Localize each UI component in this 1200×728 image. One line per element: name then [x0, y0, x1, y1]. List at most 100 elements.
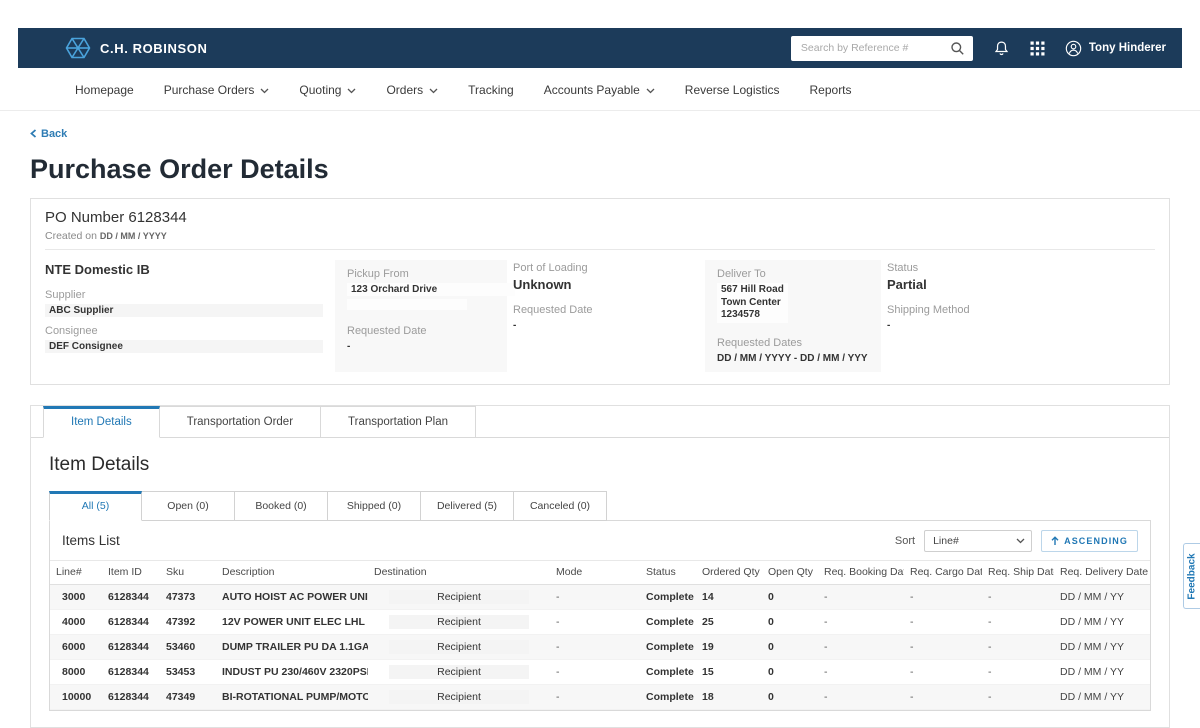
cell-mode: - — [550, 659, 640, 684]
detail-tabs-card: Item Details Transportation Order Transp… — [30, 405, 1170, 728]
page-content: Back Purchase Order Details PO Number 61… — [0, 111, 1200, 728]
apps-grid-icon — [1030, 41, 1045, 56]
cell-sku: 53460 — [160, 634, 216, 659]
nav-item[interactable]: Purchase Orders — [164, 83, 270, 97]
tab-bar: Item Details Transportation Order Transp… — [31, 406, 1169, 438]
sort-direction-label: ASCENDING — [1064, 536, 1128, 546]
tab-body: Item Details All (5) Open (0) Booked (0) — [31, 438, 1169, 715]
back-label: Back — [41, 128, 67, 140]
cell-open-qty: 0 — [762, 659, 818, 684]
destination-value: Recipient — [389, 590, 529, 604]
cell-req-booking-date: - — [818, 659, 904, 684]
status-filter-tab[interactable]: Open (0) — [142, 491, 235, 521]
sort-select[interactable]: Line# — [924, 530, 1032, 552]
nav-item[interactable]: Quoting — [299, 83, 356, 97]
cell-ordered-qty: 19 — [696, 634, 762, 659]
created-on: Created on DD / MM / YYYY — [45, 230, 1155, 242]
destination-value: Recipient — [389, 665, 529, 679]
cell-destination: Recipient — [368, 659, 550, 684]
notifications-button[interactable] — [993, 40, 1010, 57]
status-filter-tab[interactable]: Canceled (0) — [514, 491, 607, 521]
tab[interactable]: Transportation Order — [160, 406, 321, 437]
brand-name: C.H. ROBINSON — [100, 41, 207, 56]
nav-item-label: Reports — [810, 83, 852, 97]
feedback-button[interactable]: Feedback — [1183, 543, 1200, 609]
tab[interactable]: Transportation Plan — [321, 406, 476, 437]
cell-mode: - — [550, 684, 640, 709]
apps-menu-button[interactable] — [1030, 41, 1045, 56]
chevron-down-icon — [260, 88, 269, 94]
cell-status: Complete — [640, 684, 696, 709]
cell-ordered-qty: 14 — [696, 584, 762, 609]
cell-item-id: 6128344 — [102, 634, 160, 659]
column-header: Line# — [50, 560, 102, 584]
tab-label: Transportation Plan — [348, 416, 448, 428]
cell-status: Complete — [640, 609, 696, 634]
column-header: Ordered Qty — [696, 560, 762, 584]
items-list-title: Items List — [62, 533, 120, 548]
status-filter-label: All (5) — [82, 500, 109, 512]
sort-select-wrap: Line# — [924, 530, 1032, 552]
created-on-label: Created on — [45, 230, 97, 242]
nav-item[interactable]: Accounts Payable — [544, 83, 655, 97]
column-header: Req. Cargo Date — [904, 560, 982, 584]
status-label: Status — [887, 262, 1143, 274]
cell-line-number: 3000 — [50, 584, 102, 609]
chevron-down-icon — [429, 88, 438, 94]
po-col-deliver: Deliver To 567 Hill Road Town Center 123… — [705, 260, 881, 372]
po-col-port: Port of Loading Unknown Requested Date - — [513, 260, 705, 372]
search-input[interactable] — [799, 41, 950, 55]
deliver-to-label: Deliver To — [717, 268, 869, 280]
cell-mode: - — [550, 634, 640, 659]
cell-req-ship-date: - — [982, 634, 1054, 659]
cell-description: INDUST PU 230/460V 2320PSI 15 — [216, 659, 368, 684]
cell-item-id: 6128344 — [102, 659, 160, 684]
status-filter-label: Delivered (5) — [437, 500, 497, 512]
nav-item[interactable]: Tracking — [468, 83, 514, 97]
brand-logo[interactable]: C.H. ROBINSON — [65, 35, 207, 61]
items-table: Line# Item ID Sku Description Destinatio… — [50, 560, 1150, 710]
cell-mode: - — [550, 609, 640, 634]
person-circle-icon — [1065, 40, 1082, 57]
column-header: Open Qty — [762, 560, 818, 584]
cell-destination: Recipient — [368, 684, 550, 709]
status-filter-tab[interactable]: All (5) — [49, 491, 142, 521]
top-navbar: C.H. ROBINSON — [18, 28, 1182, 68]
cell-open-qty: 0 — [762, 634, 818, 659]
status-filter-tabs: All (5) Open (0) Booked (0) Shipped (0) — [49, 491, 1151, 520]
table-body: 3000 6128344 47373 AUTO HOIST AC POWER U… — [50, 584, 1150, 709]
cell-req-delivery-date: DD / MM / YY — [1054, 609, 1150, 634]
cell-req-ship-date: - — [982, 684, 1054, 709]
column-header: Status — [640, 560, 696, 584]
nav-item[interactable]: Reports — [810, 83, 852, 97]
cell-req-cargo-date: - — [904, 584, 982, 609]
cell-open-qty: 0 — [762, 609, 818, 634]
column-header: Req. Ship Date — [982, 560, 1054, 584]
chevron-left-icon — [30, 129, 37, 138]
nav-item[interactable]: Reverse Logistics — [685, 83, 780, 97]
status-filter-tab[interactable]: Booked (0) — [235, 491, 328, 521]
tab[interactable]: Item Details — [43, 406, 160, 438]
status-filter-label: Shipped (0) — [347, 500, 401, 512]
supplier-label: Supplier — [45, 289, 323, 301]
cell-req-delivery-date: DD / MM / YY — [1054, 634, 1150, 659]
status-filter-tab[interactable]: Shipped (0) — [328, 491, 421, 521]
status-filter-tab[interactable]: Delivered (5) — [421, 491, 514, 521]
user-menu[interactable]: Tony Hinderer — [1065, 40, 1166, 57]
created-on-value: DD / MM / YYYY — [100, 231, 167, 241]
search-icon[interactable] — [950, 41, 965, 56]
pickup-from-value: 123 Orchard Drive — [347, 283, 515, 296]
cell-req-booking-date: - — [818, 584, 904, 609]
order-type: NTE Domestic IB — [45, 262, 323, 277]
nav-item[interactable]: Homepage — [75, 83, 134, 97]
deliver-to-line-3: 1234578 — [721, 309, 784, 322]
sort-direction-button[interactable]: ASCENDING — [1041, 530, 1138, 552]
cell-description: BI-ROTATIONAL PUMP/MOTOR — [216, 684, 368, 709]
destination-value: Recipient — [389, 640, 529, 654]
nav-item-label: Purchase Orders — [164, 83, 255, 97]
column-header: Description — [216, 560, 368, 584]
back-link[interactable]: Back — [30, 128, 67, 140]
pickup-requested-date-label: Requested Date — [347, 325, 495, 337]
nav-item[interactable]: Orders — [386, 83, 438, 97]
sort-controls: Sort Line# — [895, 530, 1138, 552]
